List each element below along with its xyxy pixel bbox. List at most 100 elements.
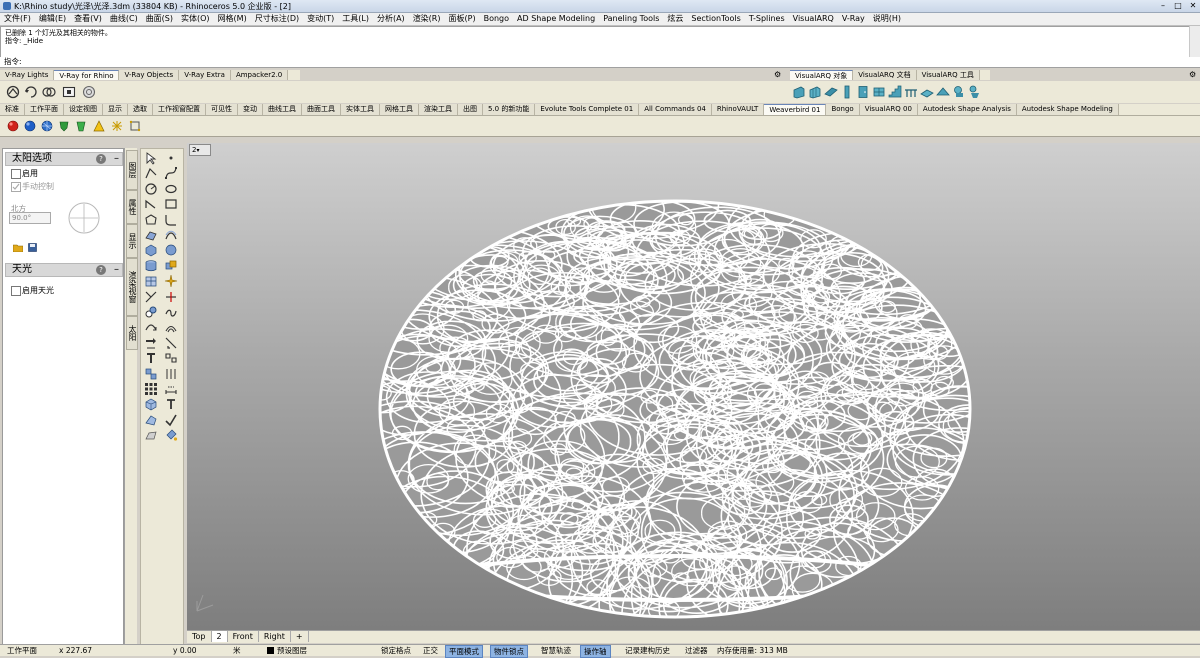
main-tab[interactable]: 显示 bbox=[103, 104, 128, 115]
menu-item[interactable]: AD Shape Modeling bbox=[513, 13, 599, 25]
blue-sphere-icon[interactable] bbox=[24, 120, 36, 132]
point-icon[interactable] bbox=[164, 151, 178, 165]
main-tab[interactable]: 曲面工具 bbox=[302, 104, 341, 115]
menu-item[interactable]: 曲面(S) bbox=[142, 13, 177, 25]
offset-icon[interactable] bbox=[164, 320, 178, 334]
sun-enable-checkbox[interactable] bbox=[11, 169, 21, 179]
command-history-scrollbar[interactable] bbox=[1189, 26, 1200, 57]
menu-item[interactable]: 工具(L) bbox=[338, 13, 373, 25]
status-ortho[interactable]: 正交 bbox=[420, 645, 441, 656]
main-tab[interactable]: 出图 bbox=[458, 104, 483, 115]
toolbar-tab[interactable]: V-Ray Objects bbox=[119, 70, 180, 80]
main-tab[interactable]: 曲线工具 bbox=[263, 104, 302, 115]
stair-icon[interactable] bbox=[888, 85, 902, 99]
side-tab[interactable]: 属性 bbox=[126, 190, 138, 224]
sun-options-header[interactable]: 太阳选项 ? – bbox=[5, 152, 123, 166]
arc-icon[interactable] bbox=[144, 197, 158, 211]
circle-icon[interactable] bbox=[144, 182, 158, 196]
status-snap-lock[interactable]: 锁定格点 bbox=[378, 645, 414, 656]
viewport-tab[interactable]: 2 bbox=[211, 631, 228, 642]
menu-item[interactable]: 曲线(C) bbox=[106, 13, 142, 25]
column-icon[interactable] bbox=[840, 85, 854, 99]
curve-control-points-icon[interactable] bbox=[164, 166, 178, 180]
viewport-title[interactable]: 2▾ bbox=[189, 144, 211, 156]
gear-icon[interactable]: ⚙ bbox=[774, 70, 783, 79]
curtain-wall-icon[interactable] bbox=[808, 85, 822, 99]
red-sphere-icon[interactable] bbox=[7, 120, 19, 132]
warning-triangle-icon[interactable] bbox=[93, 120, 105, 132]
wall-icon[interactable] bbox=[792, 85, 806, 99]
rectangle-icon[interactable] bbox=[164, 197, 178, 211]
main-tab[interactable]: RhinoVAULT bbox=[711, 104, 765, 115]
subdivide-star-icon[interactable] bbox=[111, 120, 123, 132]
main-tab[interactable]: All Commands 04 bbox=[639, 104, 712, 115]
menu-item[interactable]: 炫云 bbox=[663, 13, 687, 25]
side-tab[interactable]: 显示 bbox=[126, 224, 138, 258]
toolbar-tab[interactable]: V-Ray for Rhino bbox=[54, 70, 120, 80]
check-icon[interactable] bbox=[164, 413, 178, 427]
copy-icon[interactable] bbox=[164, 336, 178, 350]
lattice-dome-mesh[interactable] bbox=[187, 143, 1200, 630]
status-gumball[interactable]: 操作轴 bbox=[580, 645, 611, 658]
menu-item[interactable]: 网格(M) bbox=[214, 13, 251, 25]
split-icon[interactable] bbox=[164, 290, 178, 304]
boolean-union-icon[interactable] bbox=[164, 259, 178, 273]
main-tab[interactable]: Autodesk Shape Analysis bbox=[917, 104, 1017, 115]
toolbar-tab[interactable]: Ampacker2.0 bbox=[230, 70, 289, 80]
text-icon[interactable] bbox=[164, 397, 178, 411]
menu-item[interactable]: 分析(A) bbox=[373, 13, 409, 25]
beam-icon[interactable] bbox=[824, 85, 838, 99]
furniture-icon[interactable] bbox=[952, 85, 966, 99]
help-icon[interactable]: ? bbox=[96, 154, 106, 164]
polygon-icon[interactable] bbox=[144, 213, 158, 227]
menu-item[interactable]: 查看(V) bbox=[70, 13, 106, 25]
main-tab[interactable]: 可见性 bbox=[206, 104, 238, 115]
toolbar-tab[interactable]: VisualARQ 工具 bbox=[916, 70, 980, 80]
paint-bucket-icon[interactable] bbox=[164, 428, 178, 442]
railing-icon[interactable] bbox=[904, 85, 918, 99]
main-tab[interactable]: VisualARQ 00 bbox=[859, 104, 918, 115]
main-tab[interactable]: 设定视图 bbox=[64, 104, 103, 115]
command-prompt[interactable]: 指令: bbox=[0, 57, 1200, 68]
toolbar-tab[interactable]: V-Ray Extra bbox=[179, 70, 231, 80]
menu-item[interactable]: Bongo bbox=[480, 13, 513, 25]
vray-material-editor-icon[interactable] bbox=[42, 85, 56, 99]
menu-item[interactable]: 尺寸标注(D) bbox=[251, 13, 303, 25]
select-arrow-icon[interactable] bbox=[144, 151, 158, 165]
window-icon[interactable] bbox=[872, 85, 886, 99]
gear-icon[interactable]: ⚙ bbox=[1189, 70, 1198, 79]
main-tab[interactable]: 工作视窗配置 bbox=[153, 104, 206, 115]
folder-open-icon[interactable] bbox=[13, 243, 23, 252]
trim-icon[interactable] bbox=[144, 290, 158, 304]
menu-item[interactable]: 说明(H) bbox=[869, 13, 905, 25]
vray-frame-buffer-icon[interactable] bbox=[62, 85, 76, 99]
maximize-button[interactable]: □ bbox=[1171, 1, 1185, 11]
main-tab[interactable]: 渲染工具 bbox=[419, 104, 458, 115]
status-osnap[interactable]: 物件锁点 bbox=[490, 645, 528, 658]
loft-icon[interactable] bbox=[164, 228, 178, 242]
compass-icon[interactable] bbox=[67, 201, 101, 235]
status-history[interactable]: 记录建构历史 bbox=[622, 645, 673, 656]
mesh-icon[interactable] bbox=[144, 274, 158, 288]
main-tab[interactable]: 5.0 的新功能 bbox=[483, 104, 536, 115]
toolbar-tab[interactable]: V-Ray Lights bbox=[0, 70, 55, 80]
surface-edit-icon[interactable] bbox=[144, 413, 158, 427]
fillet-icon[interactable] bbox=[164, 213, 178, 227]
surface-from-points-icon[interactable] bbox=[144, 228, 158, 242]
join-icon[interactable] bbox=[164, 305, 178, 319]
menu-item[interactable]: Paneling Tools bbox=[599, 13, 663, 25]
menu-item[interactable]: VisualARQ bbox=[789, 13, 838, 25]
green-cup-icon[interactable] bbox=[75, 120, 87, 132]
render-icon[interactable] bbox=[144, 428, 158, 442]
ellipse-icon[interactable] bbox=[164, 182, 178, 196]
join-mesh-icon[interactable] bbox=[129, 120, 141, 132]
menu-item[interactable]: SectionTools bbox=[687, 13, 744, 25]
status-layer[interactable]: 预设图层 bbox=[264, 645, 310, 656]
vray-render-icon[interactable] bbox=[6, 85, 20, 99]
toolbar-tab[interactable]: VisualARQ 对象 bbox=[790, 70, 854, 80]
mesh-sphere-icon[interactable] bbox=[41, 120, 53, 132]
main-tab[interactable]: 变动 bbox=[238, 104, 263, 115]
save-icon[interactable] bbox=[28, 243, 37, 252]
status-planar[interactable]: 平面模式 bbox=[445, 645, 483, 658]
slab-icon[interactable] bbox=[920, 85, 934, 99]
